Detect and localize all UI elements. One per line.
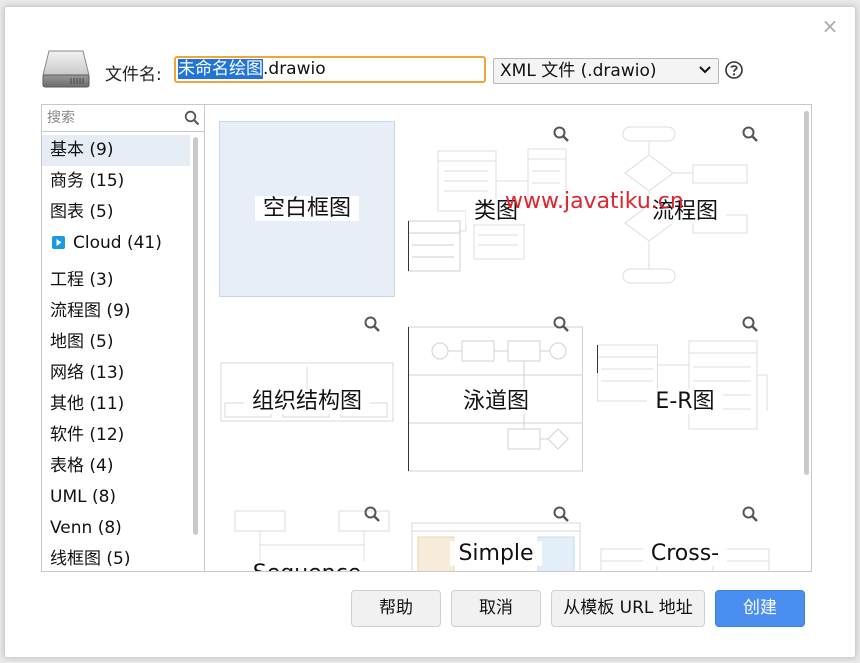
template-label: 空白框图	[220, 190, 394, 222]
file-name-input[interactable]: 未命名绘图.drawio	[174, 56, 486, 83]
zoom-icon[interactable]	[741, 315, 759, 333]
search-icon[interactable]	[184, 110, 200, 126]
category-item-engineering[interactable]: 工程 (3)	[42, 265, 190, 296]
expand-arrow-icon	[52, 236, 65, 249]
template-label: 泳道图	[408, 383, 584, 415]
template-grid: 空白框图 类图 流程图 组织结构图 泳道图 E-R图 Simple Cross-	[204, 104, 812, 572]
template-label: Sequence	[219, 561, 395, 571]
template-swimlane[interactable]: 泳道图	[408, 311, 584, 487]
cancel-button[interactable]: 取消	[451, 590, 541, 627]
category-item-business[interactable]: 商务 (15)	[42, 166, 190, 197]
help-button[interactable]: 帮助	[351, 590, 441, 627]
category-sidebar: 搜索 基本 (9) 商务 (15) 图表 (5) Cloud (41) 工程 (…	[41, 104, 204, 572]
search-input[interactable]: 搜索	[42, 105, 204, 132]
zoom-icon[interactable]	[552, 315, 570, 333]
zoom-icon[interactable]	[741, 125, 759, 143]
close-icon[interactable]: ×	[821, 16, 839, 36]
template-org-chart[interactable]: 组织结构图	[219, 311, 395, 487]
template-label: Simple	[408, 541, 584, 566]
hard-drive-icon	[42, 50, 90, 88]
template-cross-functional[interactable]: Cross-	[597, 501, 773, 571]
template-label: Cross-	[597, 541, 773, 566]
category-item-wireframe[interactable]: 线框图 (5)	[42, 544, 190, 571]
zoom-icon[interactable]	[363, 505, 381, 523]
category-item-venn[interactable]: Venn (8)	[42, 513, 190, 544]
category-cloud-label: Cloud (41)	[73, 233, 162, 253]
template-scrollbar[interactable]	[804, 111, 809, 475]
from-template-url-button[interactable]: 从模板 URL 地址	[551, 590, 705, 627]
category-item-basic[interactable]: 基本 (9)	[42, 135, 190, 166]
chevron-down-icon	[699, 66, 711, 74]
search-placeholder: 搜索	[47, 110, 75, 126]
category-item-charts[interactable]: 图表 (5)	[42, 197, 190, 228]
template-er-diagram[interactable]: E-R图	[597, 311, 773, 487]
watermark-text: www.javatiku.cn	[505, 189, 684, 214]
file-name-label: 文件名:	[105, 65, 162, 85]
file-name-selected-text: 未命名绘图	[178, 59, 263, 79]
category-item-cloud[interactable]: Cloud (41)	[42, 228, 190, 259]
zoom-icon[interactable]	[552, 125, 570, 143]
zoom-icon[interactable]	[741, 505, 759, 523]
template-label: 组织结构图	[219, 383, 395, 415]
sidebar-scrollbar[interactable]	[193, 137, 198, 535]
new-diagram-dialog: × 文件名: 未命名绘图.drawio XML 文件 (.drawio) 搜索 …	[4, 6, 856, 658]
help-icon[interactable]	[724, 60, 744, 80]
create-button[interactable]: 创建	[715, 590, 805, 627]
template-sequence[interactable]: Sequence	[219, 501, 395, 571]
template-simple[interactable]: Simple	[408, 501, 584, 571]
category-item-uml[interactable]: UML (8)	[42, 482, 190, 513]
file-name-extension: .drawio	[263, 59, 326, 79]
category-item-tables[interactable]: 表格 (4)	[42, 451, 190, 482]
zoom-icon[interactable]	[552, 505, 570, 523]
category-item-software[interactable]: 软件 (12)	[42, 420, 190, 451]
file-type-select[interactable]: XML 文件 (.drawio)	[493, 58, 719, 84]
category-item-flowchart[interactable]: 流程图 (9)	[42, 296, 190, 327]
template-label: E-R图	[597, 383, 773, 415]
category-item-other[interactable]: 其他 (11)	[42, 389, 190, 420]
category-list: 基本 (9) 商务 (15) 图表 (5) Cloud (41) 工程 (3) …	[42, 135, 190, 571]
file-type-value: XML 文件 (.drawio)	[500, 61, 657, 81]
category-item-network[interactable]: 网络 (13)	[42, 358, 190, 389]
category-item-maps[interactable]: 地图 (5)	[42, 327, 190, 358]
zoom-icon[interactable]	[363, 315, 381, 333]
template-blank[interactable]: 空白框图	[219, 121, 395, 297]
